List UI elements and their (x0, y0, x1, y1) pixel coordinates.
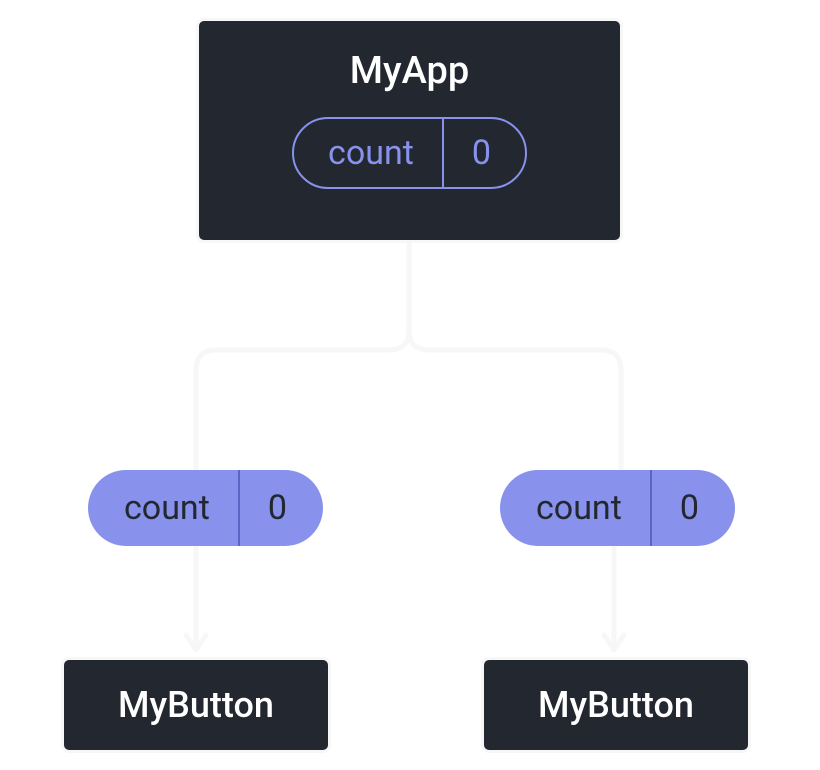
prop-label: count (500, 470, 650, 546)
prop-pill-left: count 0 (88, 470, 323, 546)
prop-label: count (88, 470, 238, 546)
state-pill: count 0 (292, 117, 527, 189)
parent-component-box: MyApp count 0 (196, 18, 623, 243)
prop-pill-right: count 0 (500, 470, 735, 546)
component-tree-diagram: MyApp count 0 count 0 count 0 MyButton M… (0, 0, 820, 770)
child-component-name: MyButton (118, 684, 274, 726)
child-component-box-right: MyButton (481, 657, 751, 753)
prop-value: 0 (652, 470, 735, 546)
prop-value: 0 (240, 470, 323, 546)
state-value: 0 (444, 119, 525, 187)
child-component-name: MyButton (538, 684, 694, 726)
state-label: count (294, 119, 442, 187)
parent-component-name: MyApp (350, 49, 469, 93)
child-component-box-left: MyButton (61, 657, 331, 753)
